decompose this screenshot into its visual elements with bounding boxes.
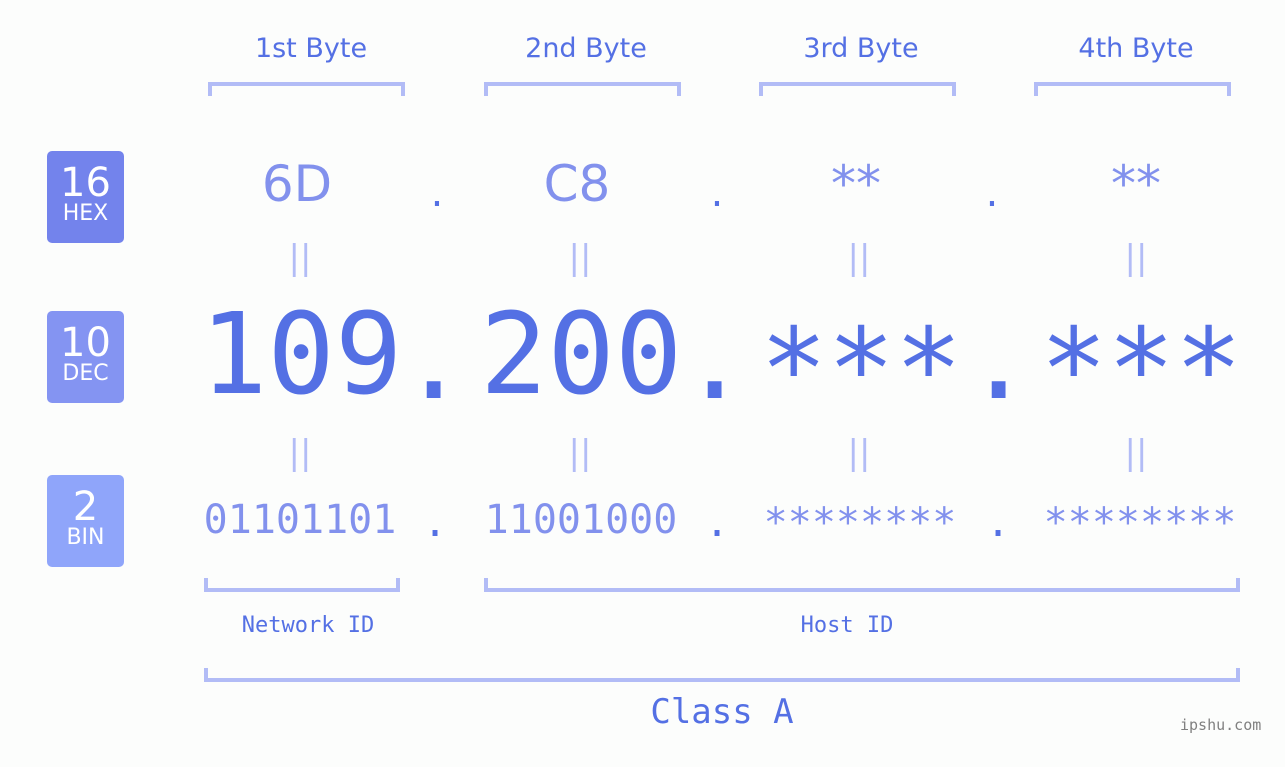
bin-badge-number: 2 xyxy=(72,484,99,530)
bin-badge-label: BIN xyxy=(66,525,105,550)
dec-separator-3: . xyxy=(965,295,1033,425)
hex-separator-2: . xyxy=(710,170,724,216)
equals-dec-bin-2: || xyxy=(568,433,592,473)
dec-value-4: *** xyxy=(1040,305,1243,435)
dec-badge: 10 DEC xyxy=(47,311,124,403)
bin-value-2: 11001000 xyxy=(484,497,678,543)
dec-badge-number: 10 xyxy=(60,320,111,366)
byte-label-4: 4th Byte xyxy=(1078,33,1194,64)
network-id-label: Network ID xyxy=(241,613,375,638)
bin-separator-3: . xyxy=(985,500,1011,546)
hex-badge: 16 HEX xyxy=(47,151,124,243)
bin-separator-1: . xyxy=(422,500,448,546)
class-bracket xyxy=(204,668,1240,682)
hex-badge-number: 16 xyxy=(60,160,111,206)
equals-dec-bin-4: || xyxy=(1124,433,1148,473)
byte-bracket-1 xyxy=(208,82,405,96)
equals-hex-dec-2: || xyxy=(568,238,592,278)
dec-separator-1: . xyxy=(400,295,468,425)
byte-label-3: 3rd Byte xyxy=(803,33,919,64)
byte-bracket-3 xyxy=(759,82,956,96)
bin-badge: 2 BIN xyxy=(47,475,124,567)
equals-dec-bin-1: || xyxy=(288,433,312,473)
byte-label-1: 1st Byte xyxy=(254,33,368,64)
bin-value-4: ******** xyxy=(1043,500,1237,546)
hex-value-3: ** xyxy=(831,155,881,213)
watermark: ipshu.com xyxy=(1180,716,1262,734)
byte-label-2: 2nd Byte xyxy=(525,33,647,64)
byte-bracket-2 xyxy=(484,82,681,96)
equals-dec-bin-3: || xyxy=(847,433,871,473)
hex-separator-3: . xyxy=(985,170,999,216)
equals-hex-dec-4: || xyxy=(1124,238,1148,278)
host-id-bracket xyxy=(484,578,1240,592)
dec-value-2: 200 xyxy=(480,290,683,420)
bin-value-3: ******** xyxy=(763,500,957,546)
hex-badge-label: HEX xyxy=(62,201,109,226)
bin-separator-2: . xyxy=(704,500,730,546)
hex-value-4: ** xyxy=(1111,155,1161,213)
network-id-bracket xyxy=(204,578,400,592)
hex-value-1: 6D xyxy=(261,155,333,213)
dec-separator-2: . xyxy=(681,295,749,425)
class-label: Class A xyxy=(650,692,794,732)
dec-value-3: *** xyxy=(760,305,963,435)
dec-value-1: 109 xyxy=(200,290,403,420)
equals-hex-dec-3: || xyxy=(847,238,871,278)
byte-bracket-4 xyxy=(1034,82,1231,96)
hex-value-2: C8 xyxy=(543,155,611,213)
dec-badge-label: DEC xyxy=(62,361,109,386)
bin-value-1: 01101101 xyxy=(203,497,397,543)
hex-separator-1: . xyxy=(430,170,444,216)
host-id-label: Host ID xyxy=(800,613,894,638)
equals-hex-dec-1: || xyxy=(288,238,312,278)
